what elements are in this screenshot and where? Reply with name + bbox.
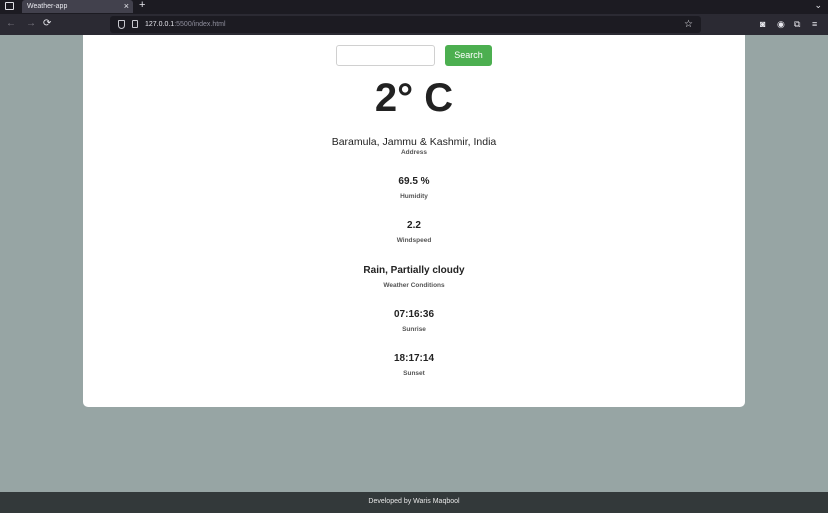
sunrise-value: 07:16:36 bbox=[393, 309, 435, 320]
forward-icon[interactable]: → bbox=[26, 17, 36, 31]
browser-nav-bar: ← → ⟳ 127.0.0.1:5500/index.html ☆ ◙ ◉ ⧉ … bbox=[0, 14, 828, 35]
footer-credit: Developed by Waris Maqbool bbox=[368, 498, 460, 505]
sunset-value: 18:17:14 bbox=[393, 353, 435, 364]
new-tab-icon[interactable]: + bbox=[139, 0, 145, 12]
tab-list-icon[interactable] bbox=[5, 2, 14, 10]
sunrise-label: Sunrise bbox=[402, 326, 426, 333]
extensions-icon[interactable]: ⧉ bbox=[794, 18, 800, 31]
page-info-icon[interactable] bbox=[132, 20, 138, 28]
address-label: Address bbox=[400, 149, 427, 156]
weather-card: Search 2° C Baramula, Jammu & Kashmir, I… bbox=[83, 35, 745, 407]
windspeed-value: 2.2 bbox=[407, 220, 421, 231]
pocket-icon[interactable]: ◙ bbox=[760, 18, 765, 31]
temperature-value: 2° C bbox=[374, 76, 454, 120]
address-bar[interactable]: 127.0.0.1:5500/index.html ☆ bbox=[110, 16, 701, 33]
search-button[interactable]: Search bbox=[445, 45, 492, 66]
back-icon[interactable]: ← bbox=[6, 17, 16, 31]
hamburger-menu-icon[interactable]: ≡ bbox=[812, 18, 817, 31]
search-input[interactable] bbox=[336, 45, 435, 66]
tab-weather-app[interactable]: Weather-app × bbox=[22, 0, 133, 13]
url-text[interactable]: 127.0.0.1:5500/index.html bbox=[145, 19, 226, 30]
list-all-tabs-icon[interactable]: ⌄ bbox=[814, 0, 822, 12]
bookmark-star-icon[interactable]: ☆ bbox=[684, 18, 693, 31]
url-path: :5500/index.html bbox=[174, 21, 226, 28]
sunset-label: Sunset bbox=[403, 370, 425, 377]
account-icon[interactable]: ◉ bbox=[777, 18, 785, 31]
humidity-value: 69.5 % bbox=[398, 176, 430, 187]
tab-title: Weather-app bbox=[27, 3, 68, 10]
tab-close-icon[interactable]: × bbox=[124, 0, 129, 12]
windspeed-label: Windspeed bbox=[396, 237, 432, 244]
reload-icon[interactable]: ⟳ bbox=[43, 17, 51, 31]
conditions-value: Rain, Partially cloudy bbox=[363, 265, 465, 276]
tracking-protection-icon[interactable] bbox=[118, 20, 125, 29]
footer: Developed by Waris Maqbool bbox=[0, 492, 828, 513]
humidity-label: Humidity bbox=[400, 193, 428, 200]
browser-tab-bar: Weather-app × + ⌄ bbox=[0, 0, 828, 14]
conditions-label: Weather Conditions bbox=[383, 282, 445, 289]
url-host: 127.0.0.1 bbox=[145, 21, 175, 28]
